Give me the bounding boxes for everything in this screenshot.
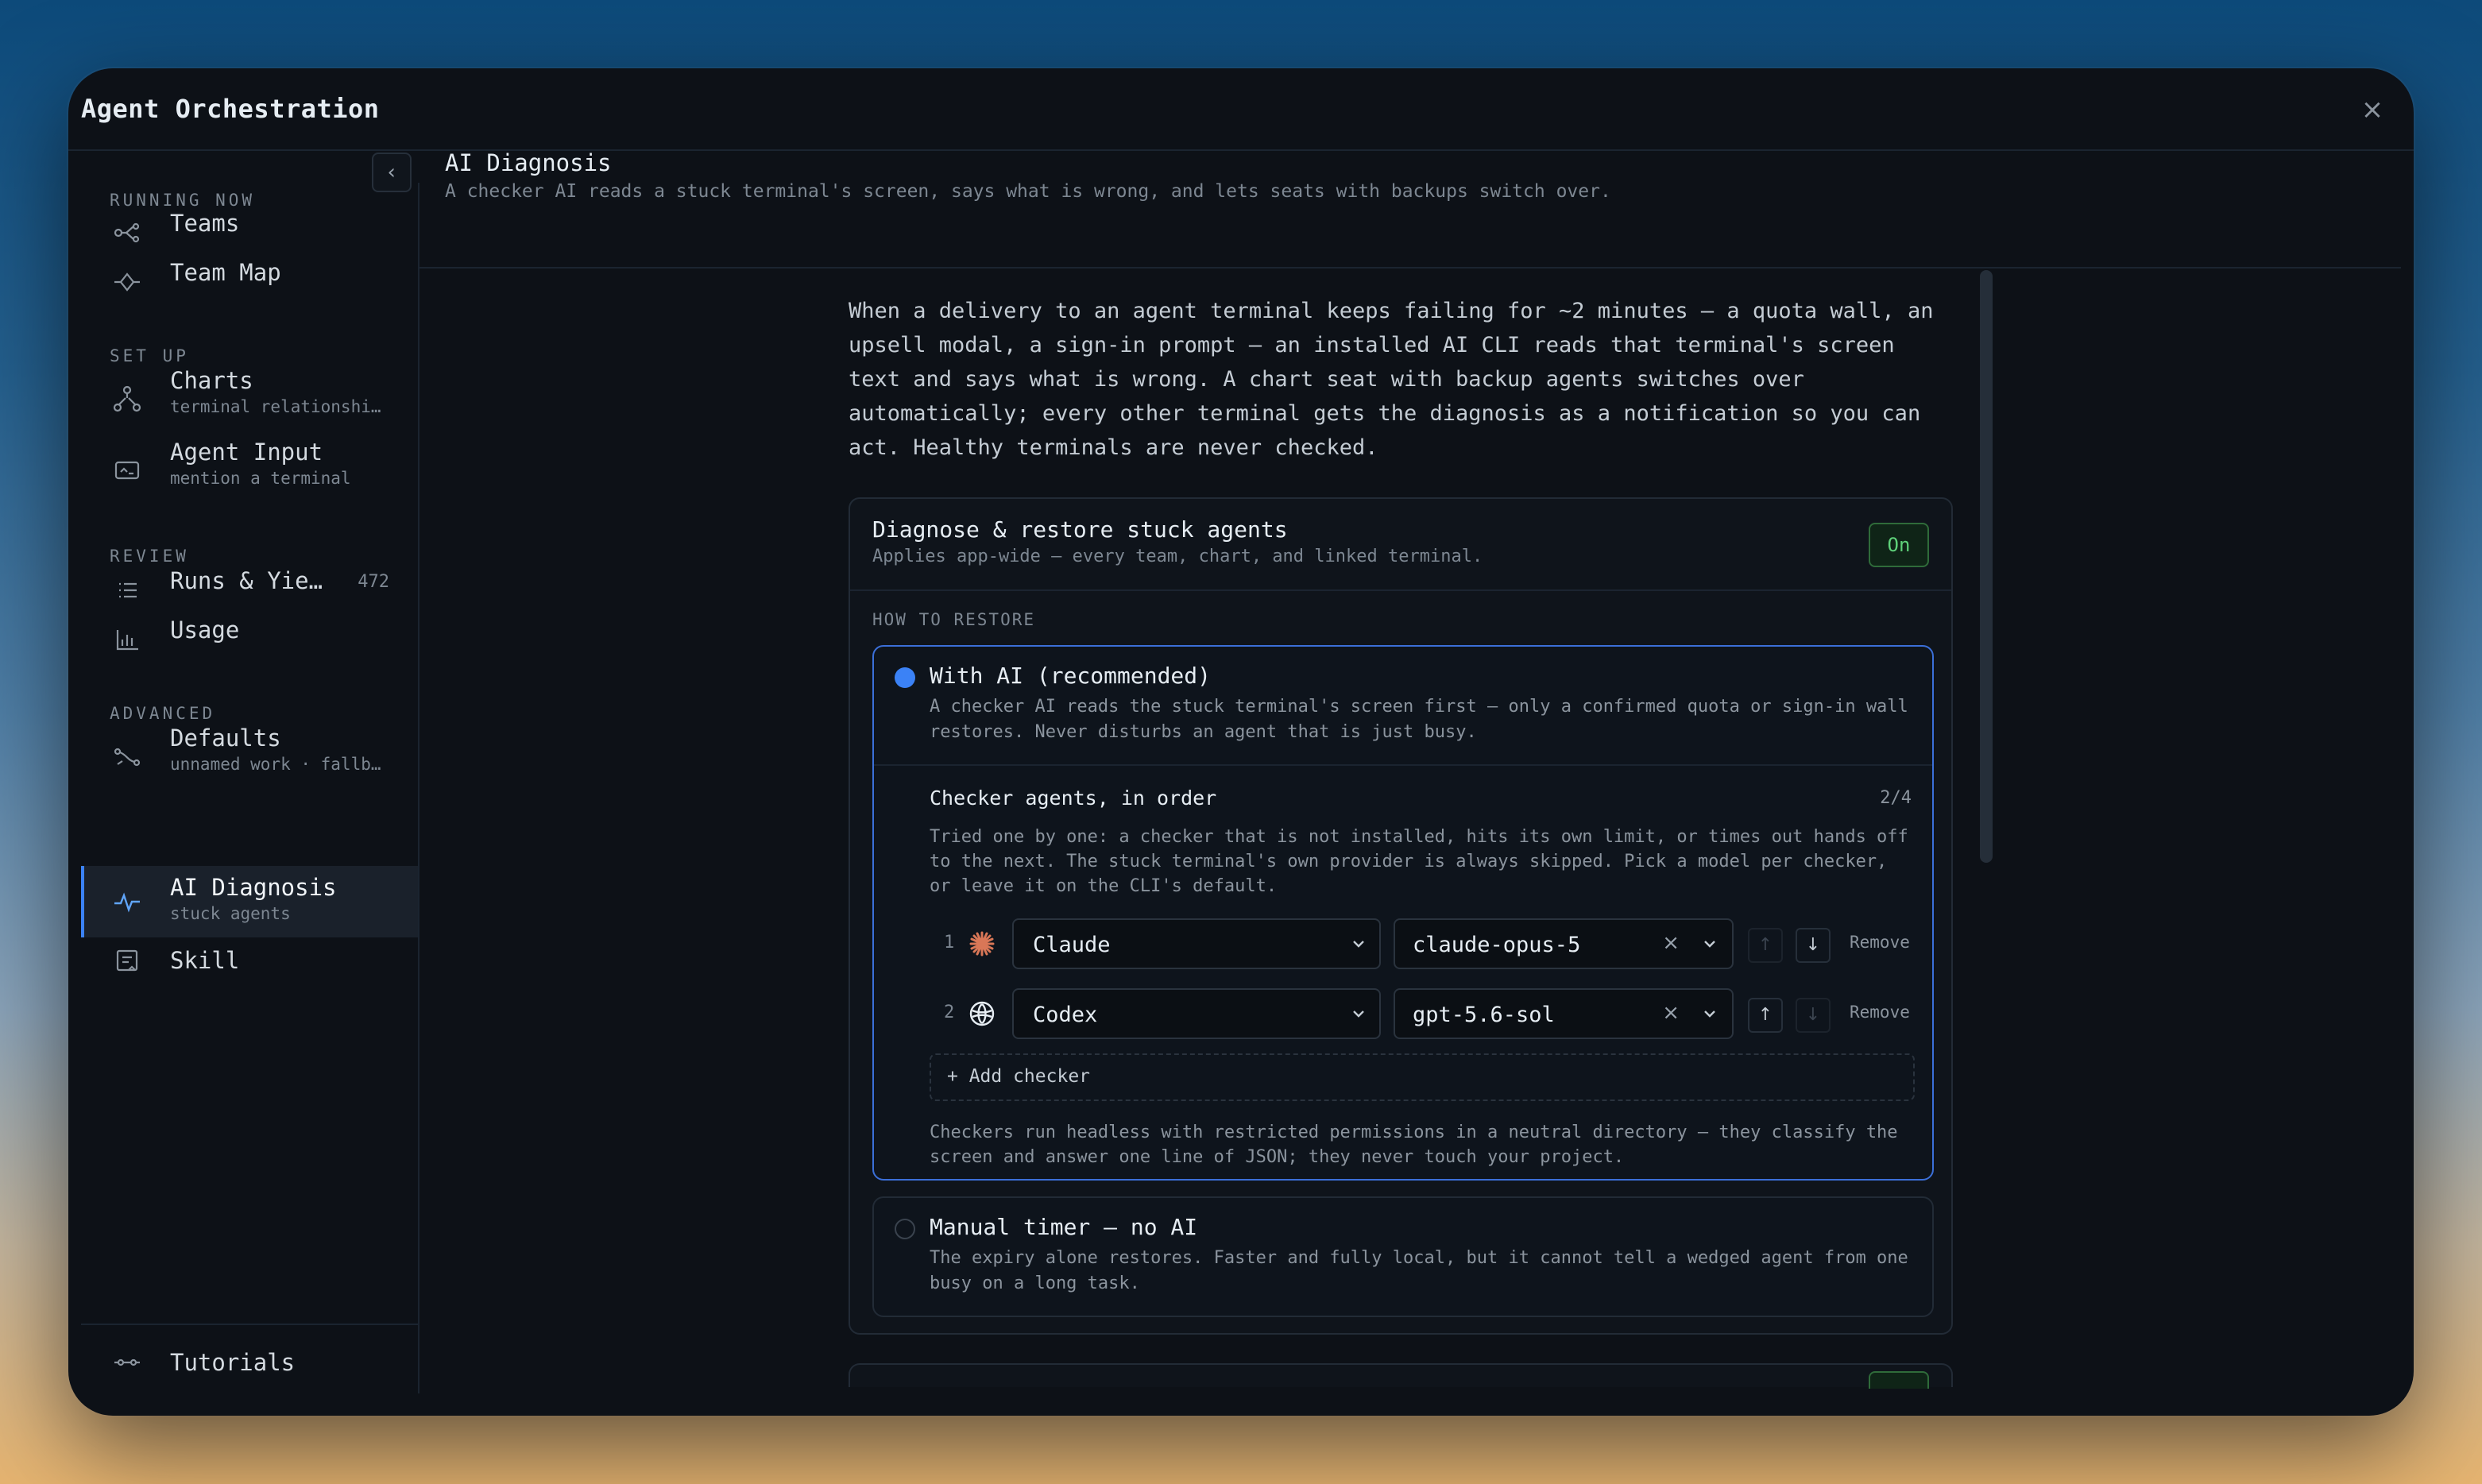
sidebar-item-label: Agent Input (170, 439, 323, 466)
remove-checker-button[interactable]: Remove (1850, 1003, 1910, 1022)
sidebar-item-label: Tutorials (170, 1349, 296, 1376)
remove-checker-button[interactable]: Remove (1850, 933, 1910, 952)
option-title: With AI (recommended) (930, 663, 1212, 689)
route-icon (111, 740, 143, 772)
intro-text: When a delivery to an agent terminal kee… (849, 299, 1934, 460)
section-advanced: ADVANCED (110, 704, 216, 723)
skill-icon (111, 945, 143, 976)
checker-order-number: 1 (944, 933, 955, 953)
model-select[interactable]: gpt-5.6-sol × (1394, 988, 1734, 1039)
sidebar: ‹ RUNNING NOW Teams Team Map SET UP Char… (81, 153, 419, 1393)
sidebar-item-runs-yields[interactable]: Runs & Yie… 472 (81, 567, 418, 613)
sidebar-item-label: AI Diagnosis (170, 874, 337, 901)
next-card-peek (849, 1363, 1953, 1389)
section-running-now: RUNNING NOW (110, 191, 256, 210)
title-bar: Agent Orchestration × (68, 68, 2414, 151)
model-select[interactable]: claude-opus-5 × (1394, 918, 1734, 969)
radio-manual-timer[interactable] (895, 1219, 915, 1239)
model-select-value: claude-opus-5 (1413, 933, 1581, 957)
sidebar-item-label: Teams (170, 210, 240, 237)
diagnose-card: Diagnose & restore stuck agents Applies … (849, 497, 1953, 1335)
pulse-icon (111, 886, 143, 918)
checkers-title: Checker agents, in order (930, 786, 1217, 810)
add-checker-label: + Add checker (947, 1066, 1091, 1087)
option-title: Manual timer — no AI (930, 1214, 1198, 1240)
page-title: AI Diagnosis (445, 149, 612, 176)
card-subtitle: Applies app-wide — every team, chart, an… (872, 547, 1483, 566)
checkers-description: Tried one by one: a checker that is not … (930, 827, 1908, 896)
checkers-count: 2/4 (1880, 788, 1912, 808)
sidebar-item-label: Charts (170, 367, 253, 394)
agent-select[interactable]: Codex (1012, 988, 1381, 1039)
option-with-ai[interactable]: With AI (recommended) A checker AI reads… (872, 645, 1934, 1181)
input-icon (111, 454, 143, 486)
agent-select-value: Codex (1033, 1003, 1098, 1027)
diagnose-toggle-button[interactable]: On (1869, 523, 1929, 567)
sidebar-item-teams[interactable]: Teams (81, 210, 418, 256)
page-subtitle: A checker AI reads a stuck terminal's sc… (445, 181, 1611, 202)
content-scrollbar[interactable] (1980, 270, 1993, 863)
sidebar-item-ai-diagnosis[interactable]: AI Diagnosis stuck agents (81, 866, 418, 937)
sidebar-item-label: Team Map (170, 259, 281, 286)
agent-select[interactable]: Claude (1012, 918, 1381, 969)
chevron-down-icon (1700, 934, 1719, 953)
checker-order-number: 2 (944, 1003, 955, 1022)
option-description: A checker AI reads the stuck terminal's … (930, 697, 1908, 742)
checkers-note: Checkers run headless with restricted pe… (930, 1123, 1898, 1167)
sidebar-item-sublabel: unnamed work · fallb… (170, 755, 381, 774)
sidebar-item-charts[interactable]: Charts terminal relationshi… (81, 367, 418, 431)
sidebar-item-usage[interactable]: Usage (81, 616, 418, 663)
sidebar-item-skill[interactable]: Skill (81, 937, 418, 984)
codex-logo-icon (968, 999, 996, 1028)
sidebar-item-label: Defaults (170, 725, 281, 752)
how-to-restore-label: HOW TO RESTORE (872, 610, 1036, 629)
tutorials-icon (111, 1347, 143, 1378)
bar-chart-icon (111, 624, 143, 655)
clear-model-icon[interactable]: × (1662, 1001, 1680, 1025)
runs-count-badge: 472 (358, 572, 389, 592)
window-title: Agent Orchestration (81, 94, 380, 124)
sidebar-item-sublabel: stuck agents (170, 904, 291, 923)
next-card-toggle[interactable] (1869, 1371, 1929, 1389)
add-checker-button[interactable]: + Add checker (930, 1053, 1915, 1101)
option-divider (874, 764, 1932, 766)
sidebar-item-label: Skill (170, 947, 240, 974)
header-divider (419, 267, 2401, 269)
checker-row: 1 Claude claude-opus-5 × ↑ ↓ Remove (930, 918, 1915, 969)
move-up-button[interactable]: ↑ (1748, 998, 1783, 1033)
move-down-button[interactable]: ↓ (1796, 998, 1831, 1033)
sidebar-item-agent-input[interactable]: Agent Input mention a terminal (81, 439, 418, 502)
chevron-down-icon (1700, 1004, 1719, 1023)
chevron-down-icon (1349, 1004, 1368, 1023)
move-down-button[interactable]: ↓ (1796, 928, 1831, 963)
teams-icon (111, 217, 143, 249)
sidebar-item-defaults[interactable]: Defaults unnamed work · fallb… (81, 725, 418, 788)
sidebar-item-sublabel: mention a terminal (170, 469, 351, 488)
sidebar-item-team-map[interactable]: Team Map (81, 259, 418, 305)
radio-with-ai-selected[interactable] (895, 667, 915, 688)
sidebar-item-label: Usage (170, 616, 240, 643)
sidebar-item-tutorials[interactable]: Tutorials (81, 1339, 418, 1385)
chart-tree-icon (111, 383, 143, 415)
card-divider (850, 589, 1951, 591)
option-description: The expiry alone restores. Faster and fu… (930, 1248, 1908, 1293)
map-icon (111, 266, 143, 298)
move-up-button[interactable]: ↑ (1748, 928, 1783, 963)
section-review: REVIEW (110, 547, 189, 566)
list-icon (111, 574, 143, 606)
sidebar-item-label: Runs & Yie… (170, 567, 323, 594)
agent-select-value: Claude (1033, 933, 1111, 957)
section-set-up: SET UP (110, 346, 189, 365)
sidebar-item-sublabel: terminal relationshi… (170, 397, 381, 416)
card-title: Diagnose & restore stuck agents (872, 516, 1288, 543)
option-manual-timer[interactable]: Manual timer — no AI The expiry alone re… (872, 1196, 1934, 1317)
chevron-down-icon (1349, 934, 1368, 953)
collapse-sidebar-button[interactable]: ‹ (372, 153, 412, 192)
clear-model-icon[interactable]: × (1662, 931, 1680, 955)
close-button[interactable]: × (2355, 92, 2390, 127)
claude-logo-icon (968, 929, 996, 958)
checker-row: 2 Codex gpt-5.6-sol × ↑ ↓ Remove (930, 988, 1915, 1039)
model-select-value: gpt-5.6-sol (1413, 1003, 1555, 1027)
